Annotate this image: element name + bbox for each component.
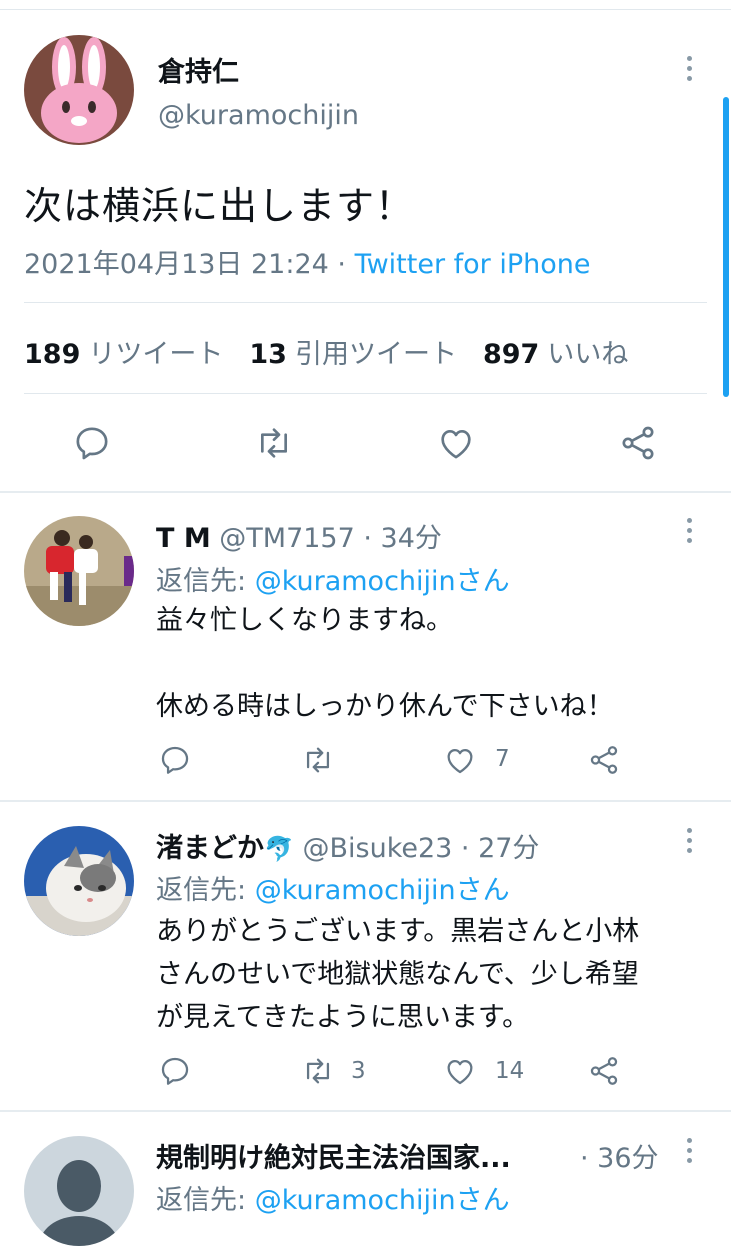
reply-author-name[interactable]: T M xyxy=(156,523,211,554)
top-divider xyxy=(0,9,731,10)
more-icon[interactable] xyxy=(687,518,693,548)
divider xyxy=(24,393,707,394)
reply-header: 渚まどか🐬 @Bisuke23 · 27分 xyxy=(156,826,539,865)
reply-header-time: · 36分 xyxy=(580,1136,659,1175)
reply-to: 返信先: @kuramochijinさん xyxy=(156,868,510,907)
dolphin-emoji: 🐬 xyxy=(264,835,294,863)
reply-text-line: さんのせいで地獄状態なんで、少し希望 xyxy=(156,959,639,990)
avatar-main[interactable] xyxy=(24,35,134,145)
avatar-reply-default[interactable] xyxy=(24,1136,134,1246)
reply-header: 規制明け絶対民主法治国家... xyxy=(156,1136,511,1175)
tweet-stats: 189 リツイート 13 引用ツイート 897 いいね xyxy=(24,332,628,371)
retweet-icon[interactable] xyxy=(253,423,295,463)
reply-to-link[interactable]: @kuramochijinさん xyxy=(255,1185,510,1216)
reply-to-prefix: 返信先: xyxy=(156,875,255,906)
reply-to-prefix: 返信先: xyxy=(156,1185,255,1216)
tweet-text: 次は横浜に出します！ xyxy=(24,184,415,228)
section-divider xyxy=(0,491,731,493)
author-name[interactable]: 倉持仁 xyxy=(158,50,239,89)
share-icon[interactable] xyxy=(618,423,658,463)
reply-text-line: 益々忙しくなりますね。 xyxy=(156,605,453,636)
retweets-count[interactable]: 189 xyxy=(24,339,80,370)
reply-text: 益々忙しくなりますね。 休める時はしっかり休んで下さいね！ xyxy=(156,599,614,728)
reply-text-line: 休める時はしっかり休んで下さいね！ xyxy=(156,691,614,722)
like-count: 7 xyxy=(495,746,510,772)
retweets-label[interactable]: リツイート xyxy=(88,339,223,370)
divider xyxy=(24,302,707,303)
section-divider xyxy=(0,1110,731,1112)
likes-label[interactable]: いいね xyxy=(547,339,628,370)
likes-count[interactable]: 897 xyxy=(483,339,539,370)
reply-author-name[interactable]: 渚まどか xyxy=(156,833,264,864)
more-icon[interactable] xyxy=(687,56,693,86)
reply-author-name[interactable]: 規制明け絶対民主法治国家... xyxy=(156,1143,511,1174)
scrollbar[interactable] xyxy=(723,97,729,397)
like-count: 14 xyxy=(495,1058,525,1084)
retweet-count: 3 xyxy=(351,1058,366,1084)
avatar-reply-nagisa[interactable] xyxy=(24,826,134,936)
reply-text-line: が見えてきたように思います。 xyxy=(156,1002,530,1033)
like-icon[interactable] xyxy=(443,743,477,777)
share-icon[interactable] xyxy=(587,743,621,777)
avatar-reply-tm[interactable] xyxy=(24,516,134,626)
reply-author-handle[interactable]: @TM7157 · 34分 xyxy=(219,523,442,554)
reply-text-line: ありがとうございます。黒岩さんと小林 xyxy=(156,916,640,947)
quotes-label[interactable]: 引用ツイート xyxy=(295,339,457,370)
reply-time[interactable]: · 36分 xyxy=(580,1143,659,1174)
retweet-icon[interactable] xyxy=(300,743,336,777)
section-divider xyxy=(0,800,731,802)
like-icon[interactable] xyxy=(443,1054,477,1088)
reply-to: 返信先: @kuramochijinさん xyxy=(156,559,510,598)
retweet-icon[interactable] xyxy=(300,1054,336,1088)
author-handle[interactable]: @kuramochijin xyxy=(158,100,359,131)
reply-to-link[interactable]: @kuramochijinさん xyxy=(255,566,510,597)
tweet-timestamp: 2021年04月13日 21:24 · xyxy=(24,249,355,280)
tweet-meta: 2021年04月13日 21:24 · Twitter for iPhone xyxy=(24,242,591,281)
more-icon[interactable] xyxy=(687,1138,693,1168)
reply-to-prefix: 返信先: xyxy=(156,566,255,597)
reply-text: ありがとうございます。黒岩さんと小林 さんのせいで地獄状態なんで、少し希望 が見… xyxy=(156,910,639,1039)
reply-author-handle[interactable]: @Bisuke23 · 27分 xyxy=(302,833,539,864)
like-icon[interactable] xyxy=(436,423,476,463)
reply-icon[interactable] xyxy=(158,1054,192,1088)
reply-icon[interactable] xyxy=(72,423,112,463)
reply-to-link[interactable]: @kuramochijinさん xyxy=(255,875,510,906)
tweet-source-link[interactable]: Twitter for iPhone xyxy=(355,249,591,280)
share-icon[interactable] xyxy=(587,1054,621,1088)
quotes-count[interactable]: 13 xyxy=(249,339,287,370)
reply-to: 返信先: @kuramochijinさん xyxy=(156,1178,510,1217)
reply-icon[interactable] xyxy=(158,743,192,777)
reply-header: T M @TM7157 · 34分 xyxy=(156,516,442,555)
more-icon[interactable] xyxy=(687,828,693,858)
